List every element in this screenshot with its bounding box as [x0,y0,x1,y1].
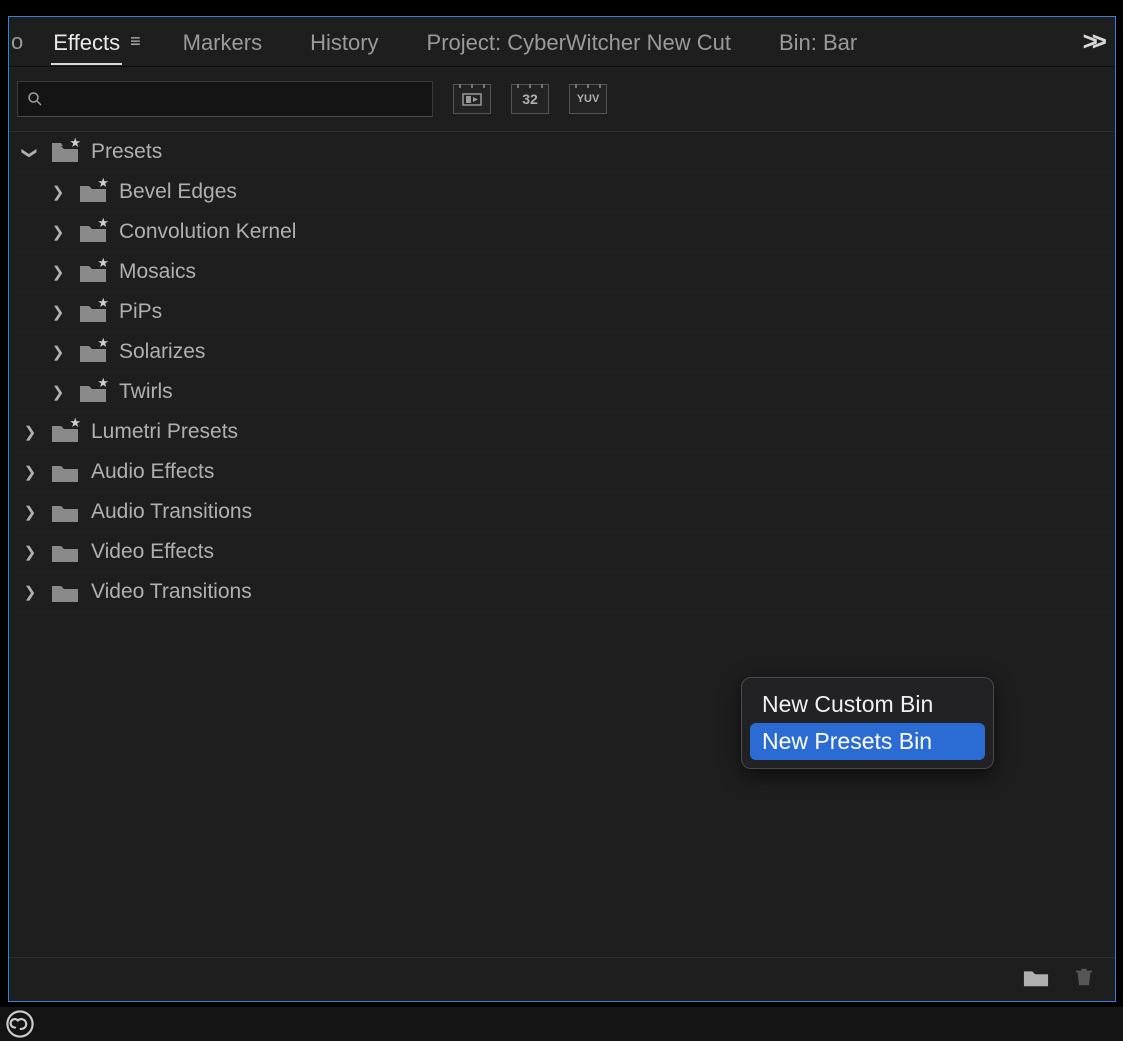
tree-item-presets[interactable]: ❯ ★ Presets [9,132,1115,172]
effects-search[interactable] [17,81,433,117]
star-icon: ★ [69,135,81,151]
star-icon: ★ [97,215,109,231]
search-input[interactable] [50,89,424,110]
delete-button[interactable] [1071,966,1097,993]
disclosure-icon[interactable]: ❯ [51,303,65,321]
star-icon: ★ [97,175,109,191]
tab-effects[interactable]: Effects [29,20,144,64]
folder-icon: ★ [79,181,107,203]
tree-label: PiPs [119,300,162,324]
tab-overflow-left[interactable]: o [9,29,29,55]
folder-icon: ★ [79,261,107,283]
32bit-label: 32 [522,91,538,107]
disclosure-icon[interactable]: ❯ [51,263,65,281]
tab-label: Effects [53,30,120,55]
accelerated-effects-filter[interactable] [453,84,491,114]
tree-item-audio-effects[interactable]: ❯ Audio Effects [9,452,1115,492]
folder-icon: ★ [79,301,107,323]
tab-markers[interactable]: Markers [159,20,286,64]
folder-icon [1023,966,1049,988]
effects-toolbar: 32 YUV [9,67,1115,131]
disclosure-icon[interactable]: ❯ [51,183,65,201]
folder-icon [51,501,79,523]
star-icon: ★ [97,295,109,311]
tree-label: Mosaics [119,260,196,284]
creative-cloud-icon [6,1010,34,1038]
tree-item-convolution-kernel[interactable]: ❯ ★ Convolution Kernel [9,212,1115,252]
tree-item-audio-transitions[interactable]: ❯ Audio Transitions [9,492,1115,532]
tree-label: Audio Transitions [91,500,252,524]
panel-footer [9,957,1115,1001]
folder-icon [51,541,79,563]
tree-label: Lumetri Presets [91,420,238,444]
32bit-filter[interactable]: 32 [511,84,549,114]
star-icon: ★ [97,375,109,391]
folder-icon [51,461,79,483]
tab-overflow-icon[interactable]: >> [1077,26,1107,57]
accelerated-icon [462,92,482,106]
folder-icon [51,581,79,603]
tree-label: Video Effects [91,540,214,564]
star-icon: ★ [69,415,81,431]
tree-item-twirls[interactable]: ❯ ★ Twirls [9,372,1115,412]
effects-tree[interactable]: ❯ ★ Presets ❯ ★ Bevel Edges ❯ ★ Convolut… [9,131,1115,957]
effects-panel: o Effects ≡ Markers History Project: Cyb… [8,16,1116,1002]
star-icon: ★ [97,255,109,271]
folder-icon: ★ [51,141,79,163]
tree-item-bevel-edges[interactable]: ❯ ★ Bevel Edges [9,172,1115,212]
tab-history[interactable]: History [286,20,402,64]
search-icon [26,90,44,108]
folder-icon: ★ [51,421,79,443]
tree-item-video-transitions[interactable]: ❯ Video Transitions [9,572,1115,612]
disclosure-icon[interactable]: ❯ [51,343,65,361]
disclosure-icon[interactable]: ❯ [23,503,37,521]
tree-label: Convolution Kernel [119,220,296,244]
folder-icon: ★ [79,381,107,403]
trash-icon [1071,966,1097,988]
tree-item-mosaics[interactable]: ❯ ★ Mosaics [9,252,1115,292]
yuv-label: YUV [577,93,600,105]
disclosure-icon[interactable]: ❯ [51,383,65,401]
disclosure-icon[interactable]: ❯ [21,146,39,160]
tree-item-video-effects[interactable]: ❯ Video Effects [9,532,1115,572]
context-menu: New Custom Bin New Presets Bin [741,677,994,769]
tree-label: Audio Effects [91,460,214,484]
yuv-filter[interactable]: YUV [569,84,607,114]
tree-label: Twirls [119,380,173,404]
menu-item-new-presets-bin[interactable]: New Presets Bin [750,723,985,760]
tree-label: Video Transitions [91,580,252,604]
tree-label: Solarizes [119,340,205,364]
tree-label: Presets [91,140,162,164]
tree-item-lumetri-presets[interactable]: ❯ ★ Lumetri Presets [9,412,1115,452]
folder-icon: ★ [79,341,107,363]
tree-label: Bevel Edges [119,180,237,204]
app-brand-bar [0,1007,1123,1041]
disclosure-icon[interactable]: ❯ [51,223,65,241]
disclosure-icon[interactable]: ❯ [23,543,37,561]
menu-item-new-custom-bin[interactable]: New Custom Bin [750,686,985,723]
folder-icon: ★ [79,221,107,243]
tab-project[interactable]: Project: CyberWitcher New Cut [403,20,755,64]
disclosure-icon[interactable]: ❯ [23,583,37,601]
panel-tab-bar: o Effects ≡ Markers History Project: Cyb… [9,17,1115,67]
tree-item-pips[interactable]: ❯ ★ PiPs [9,292,1115,332]
tree-item-solarizes[interactable]: ❯ ★ Solarizes [9,332,1115,372]
star-icon: ★ [97,335,109,351]
disclosure-icon[interactable]: ❯ [23,423,37,441]
disclosure-icon[interactable]: ❯ [23,463,37,481]
tab-bin[interactable]: Bin: Bar [755,20,881,64]
new-bin-button[interactable] [1023,966,1049,993]
